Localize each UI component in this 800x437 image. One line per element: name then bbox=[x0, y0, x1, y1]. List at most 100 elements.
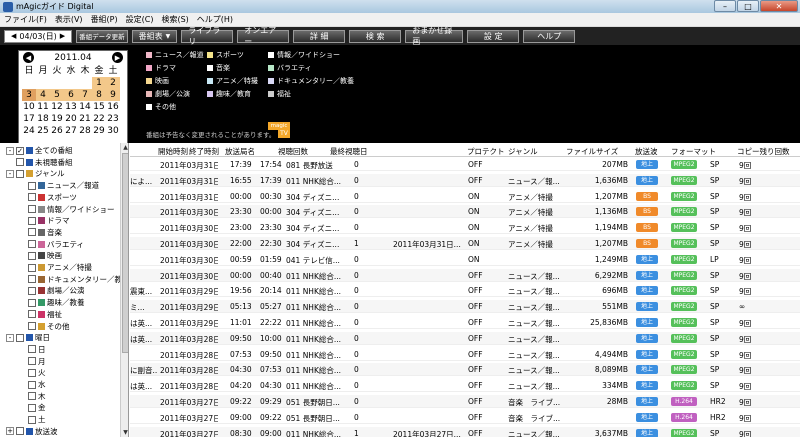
settings-button[interactable]: 設 定 bbox=[467, 29, 520, 43]
prev-day-icon[interactable]: ◀ bbox=[11, 32, 16, 40]
tree-checkbox[interactable] bbox=[16, 158, 24, 167]
column-header[interactable]: 視聴回数 bbox=[278, 146, 308, 157]
menu-view[interactable]: 表示(V) bbox=[51, 14, 87, 25]
date-selector[interactable]: ◀ 04/03(日) ▶ bbox=[4, 29, 73, 43]
sidebar-scrollbar[interactable]: ▲ ▼ bbox=[120, 143, 128, 437]
table-row[interactable]: 2011年03月30日... 23:00 23:30 304 ディズニ... 0 ON アニ… bbox=[130, 221, 800, 235]
collapse-icon[interactable]: - bbox=[6, 169, 14, 178]
column-header[interactable]: 放送波 bbox=[635, 146, 658, 157]
table-row[interactable]: 2011年03月31日... 00:00 00:30 304 ディズニ... 0 ON アニ… bbox=[130, 190, 800, 203]
table-row[interactable]: 2011年03月30日... 23:30 00:00 304 ディズニ... 0 ON アニ… bbox=[130, 205, 800, 219]
tree-checkbox[interactable] bbox=[16, 169, 24, 178]
tree-checkbox[interactable] bbox=[28, 298, 36, 307]
tree-item[interactable]: - ジャンル bbox=[6, 169, 65, 178]
tree-item[interactable]: その他 bbox=[28, 322, 70, 331]
scroll-down-icon[interactable]: ▼ bbox=[121, 428, 128, 437]
calendar-day[interactable]: 16 bbox=[106, 101, 120, 113]
minimize-button[interactable]: – bbox=[714, 0, 736, 12]
column-header[interactable]: 放送局名 bbox=[225, 146, 255, 157]
next-month-icon[interactable]: ▶ bbox=[112, 52, 123, 63]
help-button[interactable]: ヘルプ bbox=[523, 29, 576, 43]
search-button[interactable]: 検 索 bbox=[349, 29, 402, 43]
calendar-day[interactable]: 5 bbox=[50, 89, 64, 101]
calendar-day[interactable]: 3 bbox=[22, 89, 36, 101]
tree-checkbox[interactable] bbox=[28, 205, 36, 213]
details-button[interactable]: 詳 細 bbox=[293, 29, 346, 43]
tree-checkbox[interactable] bbox=[28, 216, 36, 225]
table-row[interactable]: に副音...2011年03月28日... 04:30 07:53 011 NHK総合.… bbox=[130, 363, 800, 377]
tree-item[interactable]: 趣味／教養 bbox=[28, 298, 85, 307]
expand-icon[interactable]: + bbox=[6, 427, 14, 436]
calendar-day[interactable]: 6 bbox=[64, 89, 78, 101]
calendar-day[interactable]: 25 bbox=[36, 125, 50, 137]
tree-checkbox[interactable] bbox=[28, 322, 36, 330]
tree-checkbox[interactable] bbox=[28, 251, 36, 260]
tree-checkbox[interactable] bbox=[28, 345, 36, 354]
calendar-day[interactable]: 2 bbox=[106, 77, 120, 89]
tree-item[interactable]: アニメ／特撮 bbox=[28, 263, 92, 272]
tree-item[interactable]: 福祉 bbox=[28, 310, 62, 319]
tree-checkbox[interactable] bbox=[28, 368, 36, 377]
table-row[interactable]: は英... 2011年03月28日... 09:50 10:00 011 NHK総合..… bbox=[130, 331, 800, 345]
on-air-button[interactable]: オンエアー bbox=[237, 26, 290, 46]
column-header[interactable]: ファイルサイズ bbox=[566, 146, 618, 157]
calendar-day[interactable]: 29 bbox=[92, 125, 106, 137]
tree-item[interactable]: バラエティ bbox=[28, 240, 84, 249]
tree-item[interactable]: 月 bbox=[28, 357, 46, 366]
table-row[interactable]: 2011年03月30日... 00:59 01:59 041 テレビ信... 0 ON 1,… bbox=[130, 253, 800, 266]
tree-item[interactable]: - ✓ 全ての番組 bbox=[6, 146, 73, 155]
tree-checkbox[interactable] bbox=[28, 380, 36, 389]
tree-checkbox[interactable] bbox=[28, 310, 36, 319]
tree-item[interactable]: 劇場／公演 bbox=[28, 286, 85, 295]
column-header[interactable]: ジャンル bbox=[508, 146, 538, 157]
calendar-day[interactable]: 17 bbox=[22, 113, 36, 125]
table-row[interactable]: 2011年03月31日... 17:39 17:54 081 長野放送 0 OFF 207M… bbox=[130, 158, 800, 171]
table-row[interactable]: ミ... 2011年03月29日... 05:13 05:27 011 NHK総合...… bbox=[130, 300, 800, 314]
tree-checkbox[interactable] bbox=[28, 415, 36, 424]
table-row[interactable]: 2011年03月27日... 08:30 09:00 011 NHK総合... 1 201… bbox=[130, 426, 800, 437]
prev-month-icon[interactable]: ◀ bbox=[23, 52, 34, 63]
maximize-button[interactable]: □ bbox=[737, 0, 759, 12]
tree-item[interactable]: + 放送波 bbox=[6, 427, 58, 436]
tree-item[interactable]: スポーツ bbox=[28, 193, 77, 202]
calendar-day[interactable]: 27 bbox=[64, 125, 78, 137]
calendar-day[interactable]: 14 bbox=[78, 101, 92, 113]
calendar-day[interactable]: 11 bbox=[36, 101, 50, 113]
menu-settings[interactable]: 設定(C) bbox=[122, 14, 158, 25]
calendar-day[interactable]: 10 bbox=[22, 101, 36, 113]
update-data-button[interactable]: 番組データ更新 bbox=[76, 29, 128, 43]
table-row[interactable]: 2011年03月30日... 22:00 22:30 304 ディズニ... 1 2011… bbox=[130, 237, 800, 250]
close-button[interactable]: ✕ bbox=[760, 0, 798, 12]
tree-item[interactable]: 情報／ワイドショー bbox=[28, 205, 115, 214]
next-day-icon[interactable]: ▶ bbox=[60, 32, 65, 40]
calendar-day[interactable]: 9 bbox=[106, 89, 120, 101]
calendar-day[interactable]: 4 bbox=[36, 89, 50, 101]
tree-item[interactable]: 金 bbox=[28, 403, 46, 412]
auto-record-button[interactable]: おまかせ録画 bbox=[405, 26, 464, 46]
tree-item[interactable]: - 曜日 bbox=[6, 333, 50, 342]
calendar-day[interactable]: 1 bbox=[92, 77, 106, 89]
tree-checkbox[interactable] bbox=[28, 286, 36, 295]
table-row[interactable]: は英... 2011年03月29日... 11:01 22:22 011 NHK総合..… bbox=[130, 316, 800, 329]
table-row[interactable]: 震東... 2011年03月29日... 19:56 20:14 011 NHK総合..… bbox=[130, 284, 800, 298]
calendar-day[interactable]: 21 bbox=[78, 113, 92, 125]
table-row[interactable]: 2011年03月27日... 09:22 09:29 051 長野朝日... 0 OFF 音… bbox=[130, 395, 800, 408]
tree-checkbox[interactable] bbox=[28, 263, 36, 272]
guide-dropdown-button[interactable]: 番組表 ▼ bbox=[131, 29, 178, 43]
tree-checkbox[interactable] bbox=[28, 275, 36, 284]
calendar-day[interactable]: 15 bbox=[92, 101, 106, 113]
tree-item[interactable]: 未視聴番組 bbox=[6, 158, 73, 167]
calendar-day[interactable]: 8 bbox=[92, 89, 106, 101]
tree-item[interactable]: 音楽 bbox=[28, 228, 62, 237]
column-header[interactable]: 開始時刻 bbox=[158, 146, 188, 157]
calendar-day[interactable]: 20 bbox=[64, 113, 78, 125]
table-row[interactable]: 2011年03月30日... 00:00 00:40 011 NHK総合... 0 OFF… bbox=[130, 268, 800, 282]
tree-item[interactable]: 日 bbox=[28, 345, 46, 354]
tree-checkbox[interactable] bbox=[16, 427, 24, 436]
column-header[interactable]: プロテクト bbox=[467, 146, 505, 157]
calendar-day[interactable]: 30 bbox=[106, 125, 120, 137]
tree-item[interactable]: 木 bbox=[28, 392, 46, 401]
scroll-thumb[interactable] bbox=[122, 153, 128, 353]
tree-checkbox[interactable] bbox=[28, 228, 36, 237]
menu-file[interactable]: ファイル(F) bbox=[0, 14, 51, 25]
